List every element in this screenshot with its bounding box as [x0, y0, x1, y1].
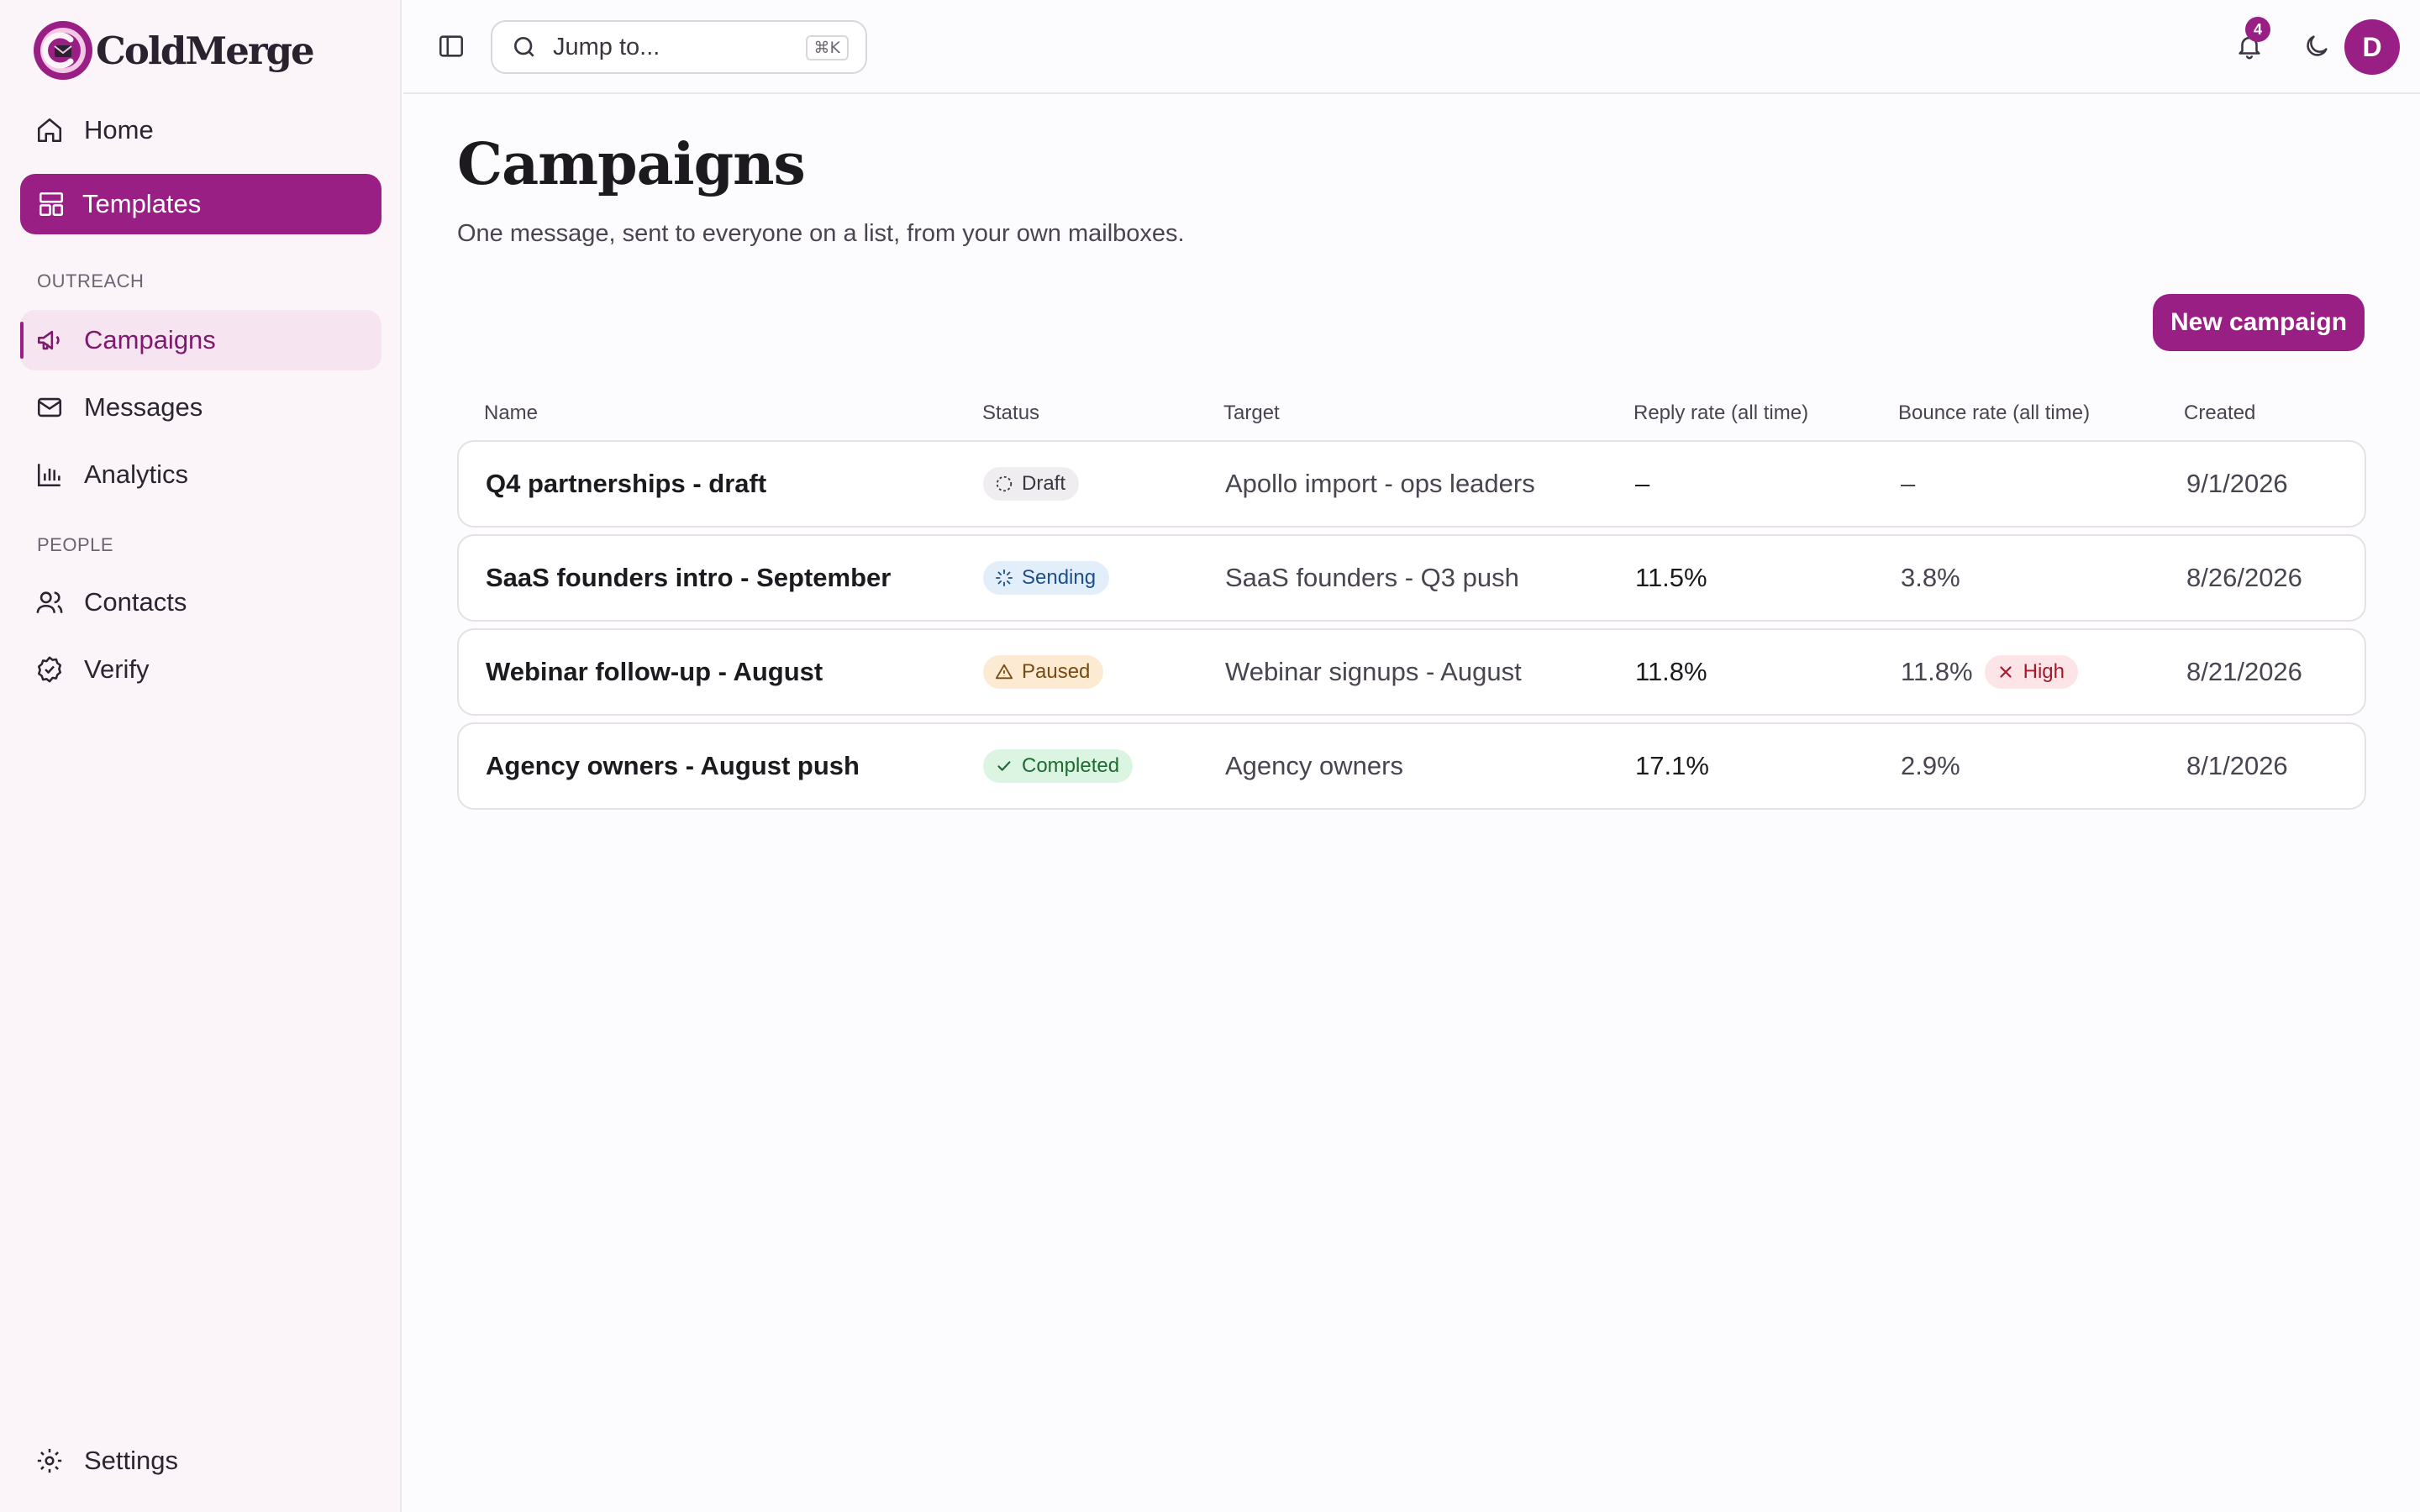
reply-rate: 17.1% [1635, 751, 1709, 780]
campaign-name[interactable]: Webinar follow-up - August [486, 630, 823, 714]
status-badge: Completed [983, 749, 1134, 783]
status-cell: Completed [983, 724, 1134, 808]
table-row[interactable]: Q4 partnerships - draft Draft Apollo imp… [457, 440, 2366, 528]
column-header-status[interactable]: Status [982, 402, 1039, 425]
search-box[interactable]: ⌘K [491, 20, 867, 74]
topbar: ⌘K 4 D [403, 0, 2420, 94]
sidebar-item-label: Settings [84, 1446, 179, 1475]
sidebar-item-label: Templates [82, 189, 202, 218]
created-date: 9/1/2026 [2186, 469, 2288, 498]
created-date: 8/26/2026 [2186, 563, 2302, 592]
warning-triangle-icon [995, 664, 1013, 680]
sidebar-item-label: Home [84, 115, 154, 144]
sidebar-item-label: Messages [84, 392, 203, 422]
new-campaign-button[interactable]: New campaign [2153, 294, 2365, 351]
status-label: Draft [1022, 472, 1066, 495]
layout-icon [37, 190, 66, 218]
sidebar-item-analytics[interactable]: Analytics [20, 444, 381, 505]
high-bounce-badge: High [1984, 655, 2078, 689]
bounce-rate: 11.8% [1901, 657, 1973, 686]
page-title: Campaigns [457, 131, 806, 198]
home-icon [35, 116, 64, 144]
notification-count-badge: 4 [2245, 17, 2270, 42]
bar-chart-icon [35, 460, 64, 489]
reply-rate: – [1635, 469, 1650, 498]
bounce-rate-cell: 11.8% High [1901, 630, 2078, 714]
target-list: Webinar signups - August [1225, 657, 1522, 686]
campaign-name[interactable]: Q4 partnerships - draft [486, 442, 766, 526]
reply-rate: 11.8% [1635, 657, 1707, 686]
target-list: SaaS founders - Q3 push [1225, 563, 1519, 592]
high-bounce-label: High [2023, 660, 2065, 683]
sidebar-item-label: Campaigns [84, 325, 216, 354]
campaign-name[interactable]: Agency owners - August push [486, 724, 860, 808]
gear-icon [35, 1446, 64, 1475]
status-label: Sending [1022, 566, 1097, 589]
sidebar-item-label: Verify [84, 654, 150, 684]
bounce-rate: 2.9% [1901, 751, 1960, 780]
reply-rate: 11.5% [1635, 563, 1707, 592]
page-subtitle: One message, sent to everyone on a list,… [457, 220, 1185, 247]
moon-icon[interactable] [2302, 32, 2331, 60]
search-icon [514, 37, 534, 57]
loader-icon [995, 569, 1013, 587]
column-header-bounce-rate[interactable]: Bounce rate (all time) [1898, 402, 2090, 425]
search-input[interactable] [553, 33, 797, 61]
column-header-target[interactable]: Target [1223, 402, 1280, 425]
column-header-reply-rate[interactable]: Reply rate (all time) [1634, 402, 1808, 425]
bounce-rate: – [1901, 469, 1916, 498]
status-cell: Paused [983, 630, 1104, 714]
campaign-name[interactable]: SaaS founders intro - September [486, 536, 891, 620]
check-badge-icon [35, 655, 64, 684]
status-badge: Draft [983, 467, 1080, 501]
sidebar-item-verify[interactable]: Verify [20, 639, 381, 700]
status-badge: Sending [983, 561, 1110, 595]
sidebar: ColdMerge Home Templates OUTREACH Campai… [0, 0, 402, 1512]
coldmerge-logo-icon [34, 21, 92, 80]
sidebar-item-label: Analytics [84, 459, 189, 489]
status-cell: Sending [983, 536, 1110, 620]
column-header-name[interactable]: Name [484, 402, 538, 425]
sidebar-item-templates[interactable]: Templates [20, 174, 381, 234]
mail-icon [35, 393, 64, 422]
table-row[interactable]: Agency owners - August push Completed Ag… [457, 722, 2366, 810]
avatar[interactable]: D [2344, 19, 2400, 75]
section-label-outreach: OUTREACH [37, 270, 145, 291]
status-label: Completed [1022, 754, 1120, 777]
section-label-people: PEOPLE [37, 534, 114, 555]
sidebar-item-home[interactable]: Home [20, 100, 381, 160]
sidebar-item-campaigns[interactable]: Campaigns [20, 310, 381, 370]
x-icon [2000, 666, 2012, 678]
users-icon [35, 588, 64, 617]
status-badge: Paused [983, 655, 1104, 689]
status-label: Paused [1022, 660, 1091, 683]
status-cell: Draft [983, 442, 1080, 526]
dashed-circle-icon [996, 475, 1013, 492]
table-row[interactable]: Webinar follow-up - August Paused Webina… [457, 628, 2366, 716]
column-header-created[interactable]: Created [2184, 402, 2255, 425]
sidebar-item-label: Contacts [84, 587, 187, 617]
app-logo[interactable]: ColdMerge [32, 17, 315, 84]
sidebar-toggle-icon[interactable] [437, 32, 466, 60]
app-name: ColdMerge [96, 28, 315, 73]
sidebar-item-settings[interactable]: Settings [20, 1431, 381, 1491]
sidebar-item-messages[interactable]: Messages [20, 377, 381, 438]
target-list: Apollo import - ops leaders [1225, 469, 1535, 498]
created-date: 8/21/2026 [2186, 657, 2302, 686]
shortcut-hint: ⌘K [805, 35, 849, 60]
bounce-rate: 3.8% [1901, 563, 1960, 592]
created-date: 8/1/2026 [2186, 751, 2288, 780]
table-row[interactable]: SaaS founders intro - September Sending … [457, 534, 2366, 622]
check-icon [997, 761, 1011, 771]
sidebar-item-contacts[interactable]: Contacts [20, 572, 381, 633]
megaphone-icon [35, 326, 64, 354]
target-list: Agency owners [1225, 751, 1403, 780]
